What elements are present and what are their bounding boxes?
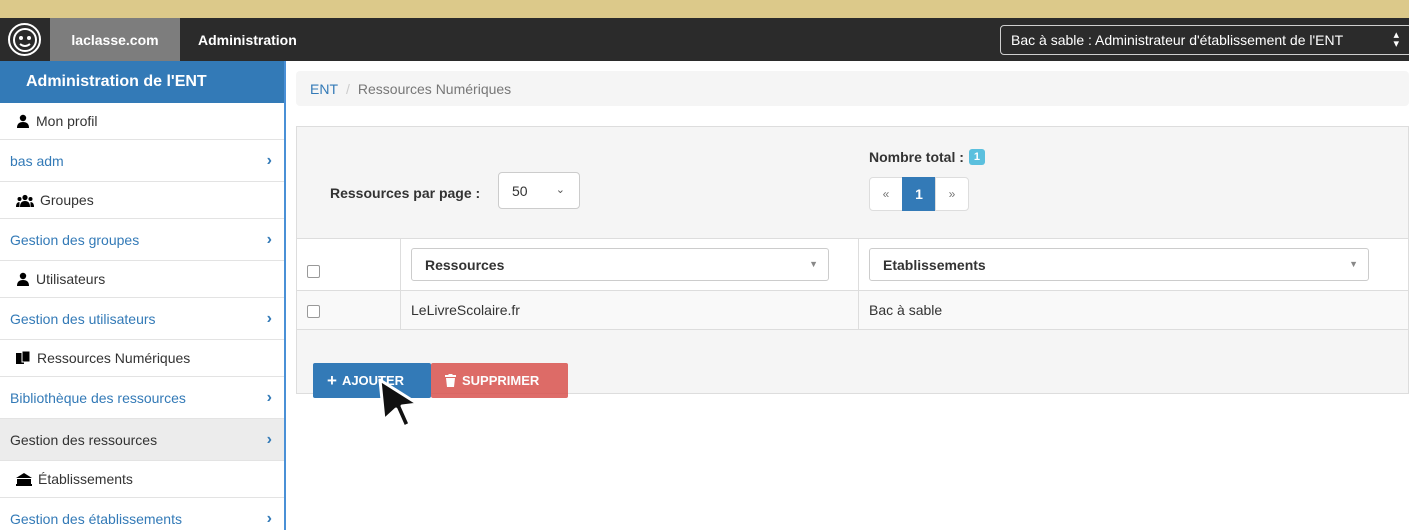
total-badge: 1 <box>968 149 986 165</box>
pagination-prev-button[interactable]: « <box>869 177 903 211</box>
sidebar-item-label: Groupes <box>40 192 94 208</box>
breadcrumb-separator: / <box>346 80 350 97</box>
top-navbar: laclasse.com Administration Bac à sable … <box>0 18 1409 61</box>
main-content: ENT / Ressources Numériques Ressources p… <box>296 61 1409 530</box>
pagination: « 1 » <box>869 177 969 211</box>
ressource-cell: LeLivreScolaire.fr <box>401 291 859 329</box>
sidebar-item-label: Ressources Numériques <box>37 350 191 366</box>
sidebar-item-label: Gestion des ressources <box>10 431 158 448</box>
building-icon <box>16 472 32 486</box>
etablissement-name: Bac à sable <box>869 302 943 318</box>
sidebar-item-gestion-groupes[interactable]: Gestion des groupes › <box>0 219 284 261</box>
sidebar-item-label: Gestion des utilisateurs <box>10 310 156 327</box>
mouse-pointer-icon <box>378 378 426 433</box>
sidebar-section-utilisateurs[interactable]: Utilisateurs <box>0 261 284 298</box>
column-ressources: Ressources ▼ <box>401 239 859 290</box>
column-header-label: Ressources <box>425 256 505 273</box>
breadcrumb-root-link[interactable]: ENT <box>310 81 338 97</box>
total-count: Nombre total : 1 <box>869 149 986 165</box>
sidebar-item-label: Bibliothèque des ressources <box>10 389 186 406</box>
chevron-right-icon: › <box>266 430 272 448</box>
sidebar-item-gestion-ressources[interactable]: Gestion des ressources › <box>0 419 284 461</box>
table-header-row: Ressources ▼ Etablissements ▼ <box>297 238 1408 290</box>
sidebar-item-gestion-utilisateurs[interactable]: Gestion des utilisateurs › <box>0 298 284 340</box>
app-frame: laclasse.com Administration Bac à sable … <box>0 18 1409 530</box>
etablissements-filter-select[interactable]: Etablissements ▼ <box>869 248 1369 281</box>
chevron-right-icon: › <box>266 151 272 169</box>
total-label: Nombre total : <box>869 149 964 165</box>
column-etablissements: Etablissements ▼ <box>859 239 1408 290</box>
group-icon <box>16 194 34 207</box>
delete-button-label: SUPPRIMER <box>462 373 540 388</box>
sidebar-item-bas-adm[interactable]: bas adm › <box>0 140 284 182</box>
table-row[interactable]: LeLivreScolaire.fr Bac à sable <box>297 290 1408 330</box>
sidebar-item-label: Utilisateurs <box>36 271 106 287</box>
chevron-right-icon: › <box>266 388 272 406</box>
sidebar-section-etablissements[interactable]: Établissements <box>0 461 284 498</box>
sidebar-item-label: Établissements <box>38 471 133 487</box>
profile-select-value: Bac à sable : Administrateur d'établisse… <box>1011 32 1344 48</box>
sidebar-item-label: Gestion des groupes <box>10 231 140 248</box>
sidebar-section-mon-profil[interactable]: Mon profil <box>0 103 284 140</box>
sidebar-item-label: bas adm <box>10 152 64 169</box>
files-icon <box>16 351 31 365</box>
per-page-label: Ressources par page : <box>330 185 481 201</box>
updown-arrows-icon: ▴ ▾ <box>1393 29 1399 50</box>
brand-link[interactable]: laclasse.com <box>50 18 180 61</box>
resources-table: Ressources ▼ Etablissements ▼ LeLivreSco… <box>297 238 1408 330</box>
etablissement-cell: Bac à sable <box>859 291 1408 329</box>
ressource-name: LeLivreScolaire.fr <box>411 302 520 318</box>
sidebar-item-gestion-etablissements[interactable]: Gestion des établissements › <box>0 498 284 530</box>
sidebar: Administration de l'ENT Mon profil bas a… <box>0 61 286 530</box>
per-page-value: 50 <box>512 182 528 199</box>
sidebar-item-bibliotheque-ressources[interactable]: Bibliothèque des ressources › <box>0 377 284 419</box>
sidebar-item-label: Mon profil <box>36 113 98 129</box>
select-all-cell <box>297 239 401 290</box>
pagination-next-button[interactable]: » <box>935 177 969 211</box>
sidebar-section-groupes[interactable]: Groupes <box>0 182 284 219</box>
user-icon <box>16 272 30 286</box>
chevron-right-icon: › <box>266 230 272 248</box>
user-icon <box>16 114 30 128</box>
nav-administration[interactable]: Administration <box>198 18 297 61</box>
delete-button[interactable]: SUPPRIMER <box>431 363 568 398</box>
laclasse-logo-icon[interactable] <box>8 23 41 56</box>
row-checkbox[interactable] <box>307 305 320 318</box>
plus-icon: + <box>327 370 337 390</box>
ressources-filter-select[interactable]: Ressources ▼ <box>411 248 829 281</box>
row-select-cell <box>297 291 401 329</box>
sidebar-item-label: Gestion des établissements <box>10 510 182 527</box>
profile-select[interactable]: Bac à sable : Administrateur d'établisse… <box>1000 25 1409 55</box>
sidebar-header: Administration de l'ENT <box>0 61 284 103</box>
trash-icon <box>445 374 456 387</box>
chevron-right-icon: › <box>266 509 272 527</box>
per-page-select[interactable]: 50 ⌄ <box>498 172 580 209</box>
select-all-checkbox[interactable] <box>307 265 320 278</box>
pagination-page-button[interactable]: 1 <box>902 177 936 211</box>
breadcrumb: ENT / Ressources Numériques <box>296 71 1409 106</box>
caret-down-icon: ▼ <box>1349 259 1358 269</box>
caret-down-icon: ▼ <box>809 259 818 269</box>
breadcrumb-current: Ressources Numériques <box>357 80 512 97</box>
resources-panel: Ressources par page : 50 ⌄ Nombre total … <box>296 126 1409 394</box>
chevron-down-icon: ⌄ <box>555 184 565 196</box>
sidebar-section-ressources-numeriques[interactable]: Ressources Numériques <box>0 340 284 377</box>
column-header-label: Etablissements <box>883 256 986 273</box>
chevron-right-icon: › <box>266 309 272 327</box>
